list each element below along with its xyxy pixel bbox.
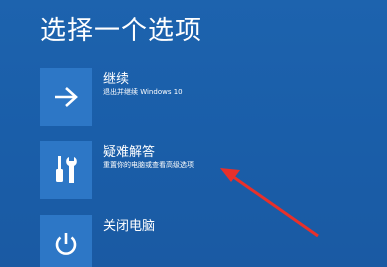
tools-icon [56,156,77,183]
option-shutdown-label: 关闭电脑 [103,219,156,234]
option-shutdown[interactable]: 关闭电脑 [40,215,340,267]
recovery-screen: 选择一个选项 继续 退出并继续 Windows 10 疑难解答 重置你的电脑或查… [0,0,387,267]
option-continue-tile[interactable] [40,68,92,126]
option-troubleshoot-tile[interactable] [40,141,92,199]
option-continue-label: 继续 [103,72,130,87]
option-continue-description: 退出并继续 Windows 10 [103,88,183,96]
arrow-right-icon [55,87,78,107]
option-continue[interactable]: 继续 退出并继续 Windows 10 [40,68,340,128]
option-shutdown-tile[interactable] [40,215,92,267]
power-icon [55,233,77,255]
option-troubleshoot-label: 疑难解答 [103,145,156,160]
option-troubleshoot[interactable]: 疑难解答 重置你的电脑或查看高级选项 [40,141,340,201]
option-troubleshoot-description: 重置你的电脑或查看高级选项 [103,161,194,169]
page-title: 选择一个选项 [40,16,203,46]
